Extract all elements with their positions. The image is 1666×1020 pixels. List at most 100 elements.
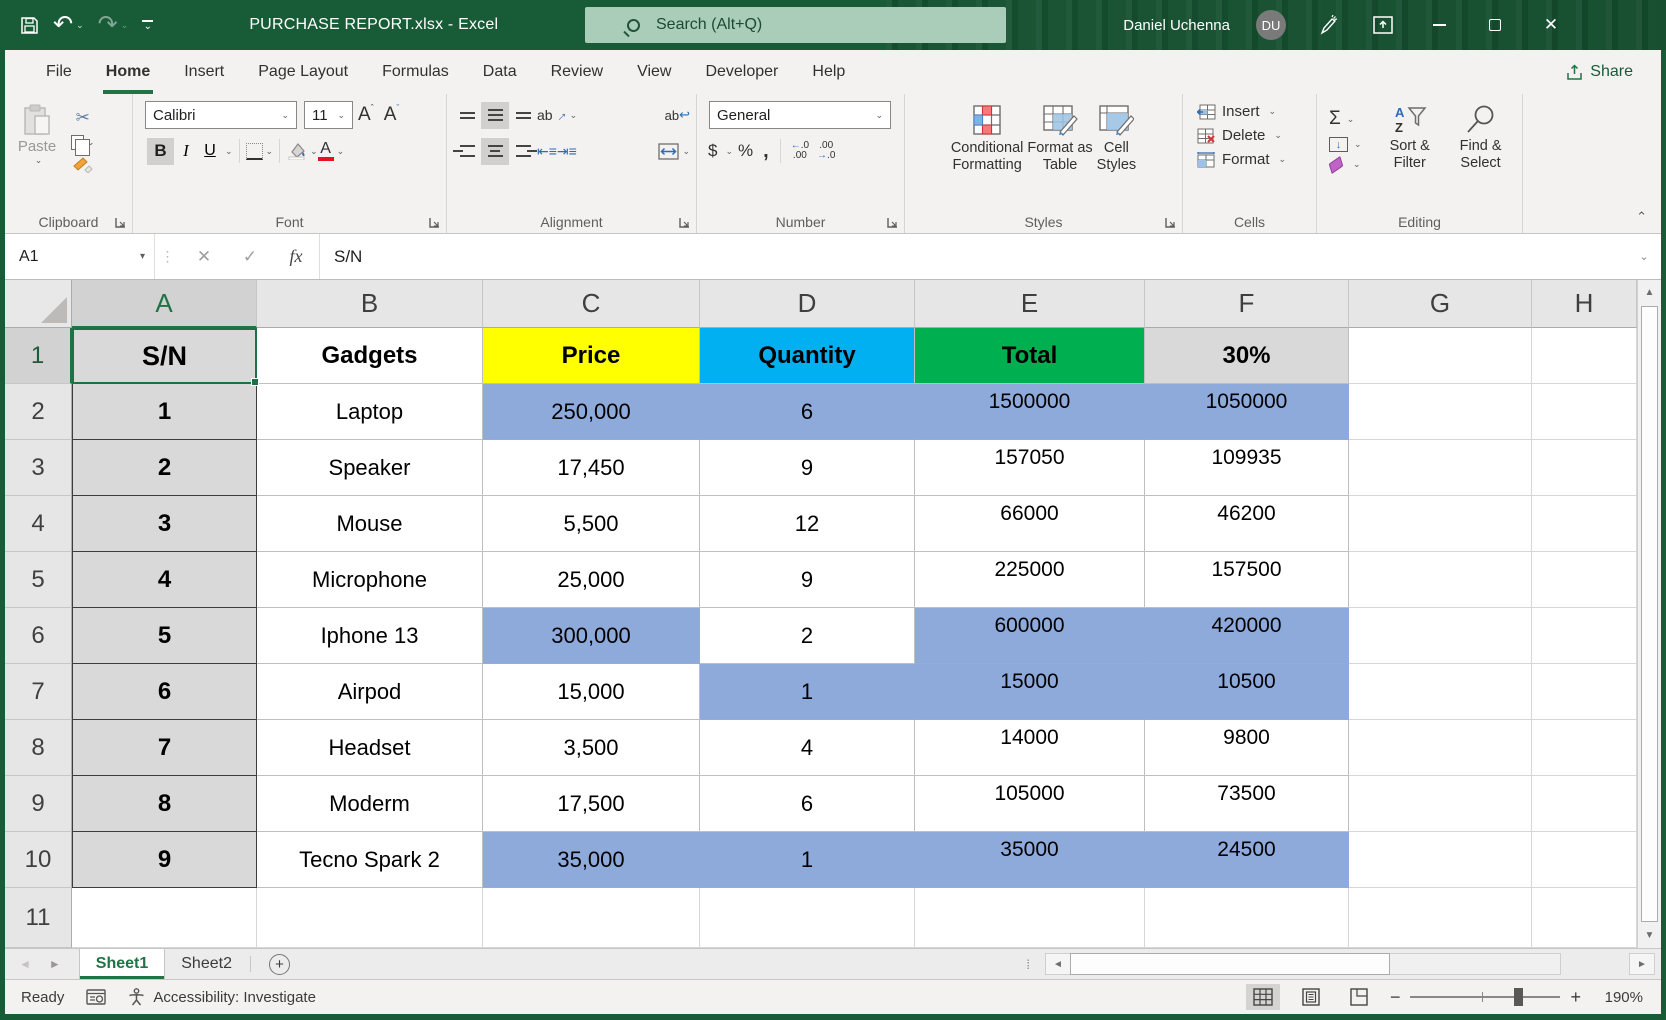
cell-F11[interactable] (1145, 888, 1349, 948)
share-button[interactable]: Share (1566, 63, 1633, 81)
cell-A2[interactable]: 1 (72, 384, 257, 440)
alignment-dialog-launcher[interactable] (678, 216, 691, 229)
scroll-up-button[interactable]: ▲ (1638, 280, 1661, 305)
bottom-align-button[interactable] (509, 102, 537, 129)
cell-G11[interactable] (1349, 888, 1532, 948)
cell-A4[interactable]: 3 (72, 496, 257, 552)
tab-developer[interactable]: Developer (688, 50, 795, 94)
copy-button[interactable]: ⌄ (71, 135, 95, 150)
cell-A9[interactable]: 8 (72, 776, 257, 832)
delete-cells-button[interactable]: Delete⌄ (1189, 127, 1310, 144)
cell-F2[interactable]: 1050000 (1145, 384, 1349, 440)
zoom-out-button[interactable]: − (1390, 987, 1401, 1008)
cell-C7[interactable]: 15,000 (483, 664, 700, 720)
cell-D6[interactable]: 2 (700, 608, 915, 664)
cell-A8[interactable]: 7 (72, 720, 257, 776)
cell-C5[interactable]: 25,000 (483, 552, 700, 608)
zoom-level[interactable]: 190% (1595, 989, 1643, 1006)
cell-B8[interactable]: Headset (257, 720, 483, 776)
cell-H3[interactable] (1532, 440, 1637, 496)
row-header-8[interactable]: 8 (5, 720, 72, 776)
cell-B1[interactable]: Gadgets (257, 328, 483, 384)
undo-button[interactable]: ↶⌄ (53, 13, 84, 37)
tab-sheet1[interactable]: Sheet1 (79, 949, 165, 979)
name-box[interactable]: A1▾ (5, 234, 155, 279)
vertical-scrollbar[interactable]: ▲ ▼ (1637, 280, 1661, 948)
tab-insert[interactable]: Insert (167, 50, 241, 94)
splitter-handle[interactable]: ⁞ (1026, 957, 1031, 972)
insert-function-button[interactable]: fx (273, 234, 319, 279)
cell-D3[interactable]: 9 (700, 440, 915, 496)
column-header-D[interactable]: D (700, 280, 915, 328)
cell-D8[interactable]: 4 (700, 720, 915, 776)
tab-data[interactable]: Data (466, 50, 534, 94)
cell-D1[interactable]: Quantity (700, 328, 915, 384)
top-align-button[interactable] (453, 102, 481, 129)
cell-A5[interactable]: 4 (72, 552, 257, 608)
font-size-combo[interactable]: 11⌄ (304, 101, 353, 129)
merge-center-button[interactable]: ⌄ (658, 143, 690, 160)
cell-B11[interactable] (257, 888, 483, 948)
clipboard-dialog-launcher[interactable] (114, 216, 127, 229)
tab-file[interactable]: File (29, 50, 89, 94)
tab-help[interactable]: Help (795, 50, 862, 94)
expand-formula-bar-button[interactable]: ⌄ (1627, 234, 1661, 279)
cell-F7[interactable]: 10500 (1145, 664, 1349, 720)
row-header-6[interactable]: 6 (5, 608, 72, 664)
cell-E10[interactable]: 35000 (915, 832, 1145, 888)
cell-C2[interactable]: 250,000 (483, 384, 700, 440)
decrease-decimal-button[interactable]: .00→.0 (813, 141, 839, 161)
cell-B6[interactable]: Iphone 13 (257, 608, 483, 664)
zoom-in-button[interactable]: + (1570, 987, 1581, 1008)
zoom-slider[interactable] (1410, 996, 1560, 998)
scroll-down-button[interactable]: ▼ (1638, 923, 1661, 948)
cell-G10[interactable] (1349, 832, 1532, 888)
cell-B2[interactable]: Laptop (257, 384, 483, 440)
cell-C6[interactable]: 300,000 (483, 608, 700, 664)
cell-B4[interactable]: Mouse (257, 496, 483, 552)
cell-E6[interactable]: 600000 (915, 608, 1145, 664)
number-dialog-launcher[interactable] (886, 216, 899, 229)
column-header-A[interactable]: A (72, 280, 257, 328)
cell-D9[interactable]: 6 (700, 776, 915, 832)
column-header-E[interactable]: E (915, 280, 1145, 328)
styles-dialog-launcher[interactable] (1164, 216, 1177, 229)
column-header-G[interactable]: G (1349, 280, 1532, 328)
cell-H5[interactable] (1532, 552, 1637, 608)
italic-button[interactable]: I (174, 138, 198, 165)
cell-F6[interactable]: 420000 (1145, 608, 1349, 664)
cell-G9[interactable] (1349, 776, 1532, 832)
column-header-B[interactable]: B (257, 280, 483, 328)
close-button[interactable]: ✕ (1536, 10, 1566, 40)
wrap-text-button[interactable]: ab↩ (665, 107, 690, 123)
tab-sheet2[interactable]: Sheet2 (165, 949, 248, 979)
cell-D4[interactable]: 12 (700, 496, 915, 552)
comma-button[interactable]: , (758, 140, 774, 163)
cell-A1-selected[interactable]: S/N (72, 328, 257, 384)
bold-button[interactable]: B (147, 138, 174, 165)
decrease-indent-button[interactable]: ⇤≡ (537, 143, 557, 160)
cell-G5[interactable] (1349, 552, 1532, 608)
middle-align-button[interactable] (481, 102, 509, 129)
row-header-2[interactable]: 2 (5, 384, 72, 440)
cell-E3[interactable]: 157050 (915, 440, 1145, 496)
insert-cells-button[interactable]: Insert⌄ (1189, 103, 1310, 120)
row-header-4[interactable]: 4 (5, 496, 72, 552)
search-bar[interactable]: Search (Alt+Q) (585, 7, 1006, 43)
save-button[interactable] (20, 16, 39, 35)
collapse-ribbon-button[interactable]: ⌃ (1636, 209, 1647, 225)
cell-H8[interactable] (1532, 720, 1637, 776)
center-button[interactable] (481, 138, 509, 165)
cell-H1[interactable] (1532, 328, 1637, 384)
minimize-button[interactable] (1424, 10, 1454, 40)
cell-F10[interactable]: 24500 (1145, 832, 1349, 888)
zoom-slider-thumb[interactable] (1514, 988, 1523, 1006)
format-as-table-button[interactable]: Format as Table (1027, 100, 1092, 211)
row-header-7[interactable]: 7 (5, 664, 72, 720)
confirm-entry-button[interactable]: ✓ (227, 234, 273, 279)
tab-review[interactable]: Review (534, 50, 620, 94)
cell-E4[interactable]: 66000 (915, 496, 1145, 552)
cell-D11[interactable] (700, 888, 915, 948)
cell-E1[interactable]: Total (915, 328, 1145, 384)
percent-button[interactable]: % (733, 141, 758, 161)
